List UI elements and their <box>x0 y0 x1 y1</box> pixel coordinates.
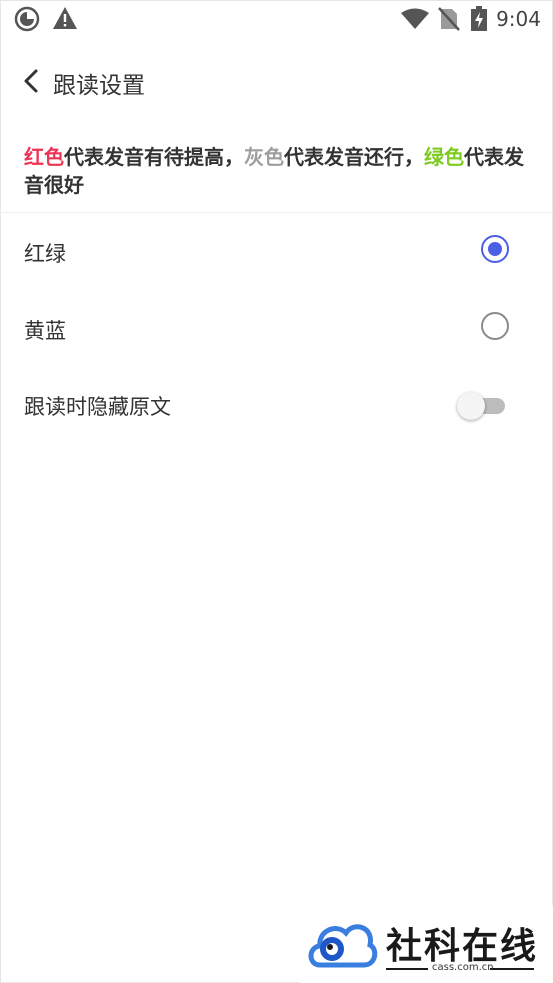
status-time: 9:04 <box>496 7 541 31</box>
toggle-label: 跟读时隐藏原文 <box>24 395 171 419</box>
option-label: 红绿 <box>24 242 66 266</box>
watermark: 社科在线 cass.com.cn <box>300 905 553 983</box>
radio-selected-icon[interactable] <box>481 235 509 263</box>
hide-original-setting[interactable]: 跟读时隐藏原文 <box>0 369 553 439</box>
legend-red-word: 红色 <box>24 145 64 169</box>
watermark-rule-left <box>386 968 428 970</box>
watermark-domain: cass.com.cn <box>432 962 494 973</box>
chevron-left-icon[interactable] <box>18 66 46 96</box>
divider <box>0 212 553 213</box>
legend-part-2: 代表发音还行， <box>284 145 424 169</box>
wifi-icon <box>401 8 429 29</box>
sync-circle-icon <box>14 6 40 32</box>
legend-part-1: 代表发音有待提高， <box>64 145 244 169</box>
app-bar: 跟读设置 <box>0 52 553 110</box>
page-title: 跟读设置 <box>53 73 145 99</box>
watermark-rule-right <box>490 968 534 970</box>
warning-icon <box>53 7 77 29</box>
status-bar: 9:04 <box>0 0 553 38</box>
switch-thumb <box>457 392 485 420</box>
battery-charging-icon <box>471 6 487 31</box>
option-label: 黄蓝 <box>24 319 66 343</box>
cloud-eye-logo-icon <box>308 924 378 968</box>
option-red-green[interactable]: 红绿 <box>0 216 553 286</box>
legend-gray-word: 灰色 <box>244 145 284 169</box>
hide-original-switch[interactable] <box>457 392 505 420</box>
color-legend-text: 红色代表发音有待提高，灰色代表发音还行，绿色代表发音很好 <box>24 143 536 199</box>
no-sim-icon <box>438 7 460 31</box>
option-yellow-blue[interactable]: 黄蓝 <box>0 293 553 363</box>
legend-green-word: 绿色 <box>424 145 464 169</box>
radio-unselected-icon[interactable] <box>481 312 509 340</box>
